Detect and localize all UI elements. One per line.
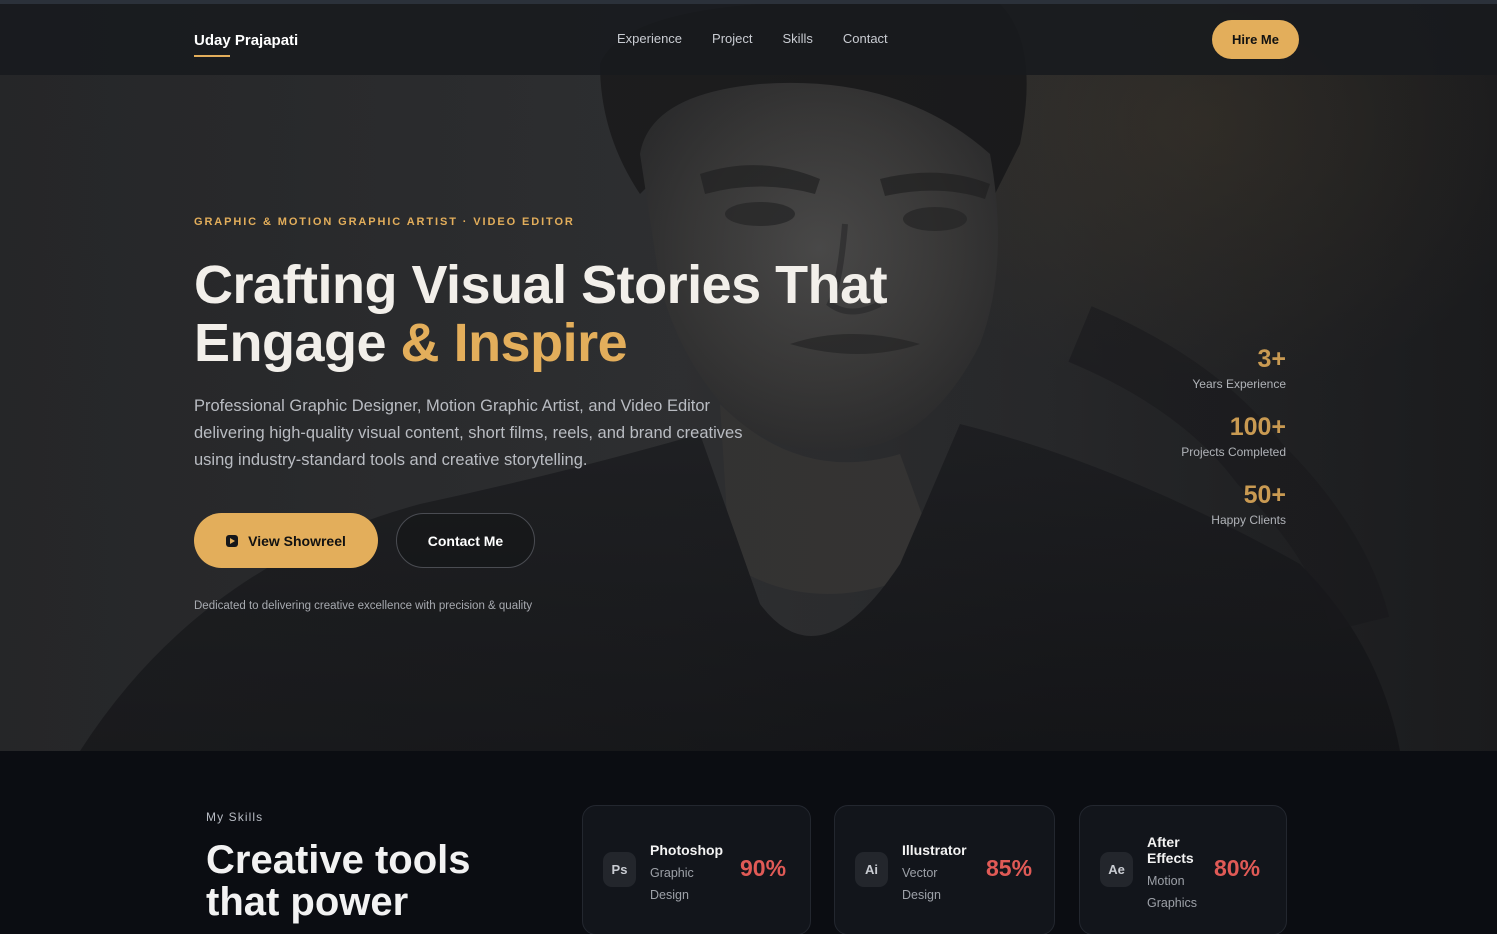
skill-name-line-1: After	[1147, 834, 1180, 850]
nav-link-contact[interactable]: Contact	[843, 31, 888, 46]
skill-name: Illustrator	[902, 842, 967, 858]
brand-underline	[194, 55, 230, 57]
headline-engage: Engage	[194, 313, 387, 373]
contact-me-button[interactable]: Contact Me	[396, 513, 535, 568]
skill-desc-line-2: Design	[902, 888, 941, 902]
brand-logo[interactable]: Uday Prajapati	[194, 32, 298, 49]
skill-desc-line-2: Design	[650, 888, 689, 902]
skill-name-line-2: Effects	[1147, 850, 1194, 866]
skills-eyebrow: My Skills	[206, 810, 264, 824]
skill-name: Photoshop	[650, 842, 724, 858]
headline-line-1: Crafting Visual Stories That	[194, 255, 888, 315]
view-showreel-label: View Showreel	[248, 532, 346, 549]
headline-ampersand: &	[386, 313, 454, 373]
stat-label: Projects Completed	[1181, 445, 1286, 459]
skill-desc-line-1: Vector	[902, 866, 938, 880]
headline-inspire: Inspire	[453, 313, 628, 373]
photoshop-icon: Ps	[603, 852, 636, 887]
nav-links: Experience Project Skills Contact	[617, 31, 918, 46]
stat-clients: 50+ Happy Clients	[1181, 479, 1286, 527]
skill-percent: 80%	[1214, 855, 1261, 881]
skill-desc-line-1: Motion	[1147, 874, 1185, 888]
hero-tagline: Dedicated to delivering creative excelle…	[194, 600, 533, 612]
after-effects-icon: Ae	[1100, 852, 1133, 887]
navbar: Uday Prajapati Experience Project Skills…	[0, 4, 1497, 75]
play-icon	[226, 534, 239, 547]
stat-label: Happy Clients	[1211, 513, 1286, 527]
skills-section: My Skills Creative tools that power Ps P…	[0, 751, 1497, 934]
nav-link-skills[interactable]: Skills	[783, 31, 813, 46]
hero-headline: Crafting Visual Stories That Engage & In…	[194, 256, 994, 372]
skill-percent: 90%	[740, 855, 787, 881]
hero-description: Professional Graphic Designer, Motion Gr…	[194, 397, 743, 469]
nav-link-project[interactable]: Project	[712, 31, 752, 46]
skill-desc-line-1: Graphic	[650, 866, 694, 880]
hire-me-button[interactable]: Hire Me	[1212, 20, 1299, 59]
hero-eyebrow: GRAPHIC & MOTION GRAPHIC ARTIST · VIDEO …	[194, 216, 575, 228]
skill-percent: 85%	[986, 855, 1033, 881]
skills-title-line-2: that power	[206, 880, 409, 924]
nav-link-experience[interactable]: Experience	[617, 31, 682, 46]
stat-value: 3+	[1257, 345, 1286, 373]
stat-years: 3+ Years Experience	[1181, 343, 1286, 391]
illustrator-icon: Ai	[855, 852, 888, 887]
skill-card-photoshop[interactable]: Ps Photoshop Graphic Design 90%	[582, 805, 811, 934]
stat-value: 50+	[1243, 481, 1286, 509]
skills-title: Creative tools that power	[206, 839, 471, 923]
skills-title-line-1: Creative tools	[206, 838, 471, 882]
skill-card-after-effects[interactable]: Ae After Effects Motion Graphics 80%	[1079, 805, 1287, 934]
stat-projects: 100+ Projects Completed	[1181, 411, 1286, 459]
stat-label: Years Experience	[1192, 377, 1286, 391]
stat-value: 100+	[1229, 413, 1286, 441]
skill-desc-line-2: Graphics	[1147, 896, 1198, 910]
stats-panel: 3+ Years Experience 100+ Projects Comple…	[1181, 343, 1286, 547]
view-showreel-button[interactable]: View Showreel	[194, 513, 378, 568]
skill-card-illustrator[interactable]: Ai Illustrator Vector Design 85%	[834, 805, 1055, 934]
